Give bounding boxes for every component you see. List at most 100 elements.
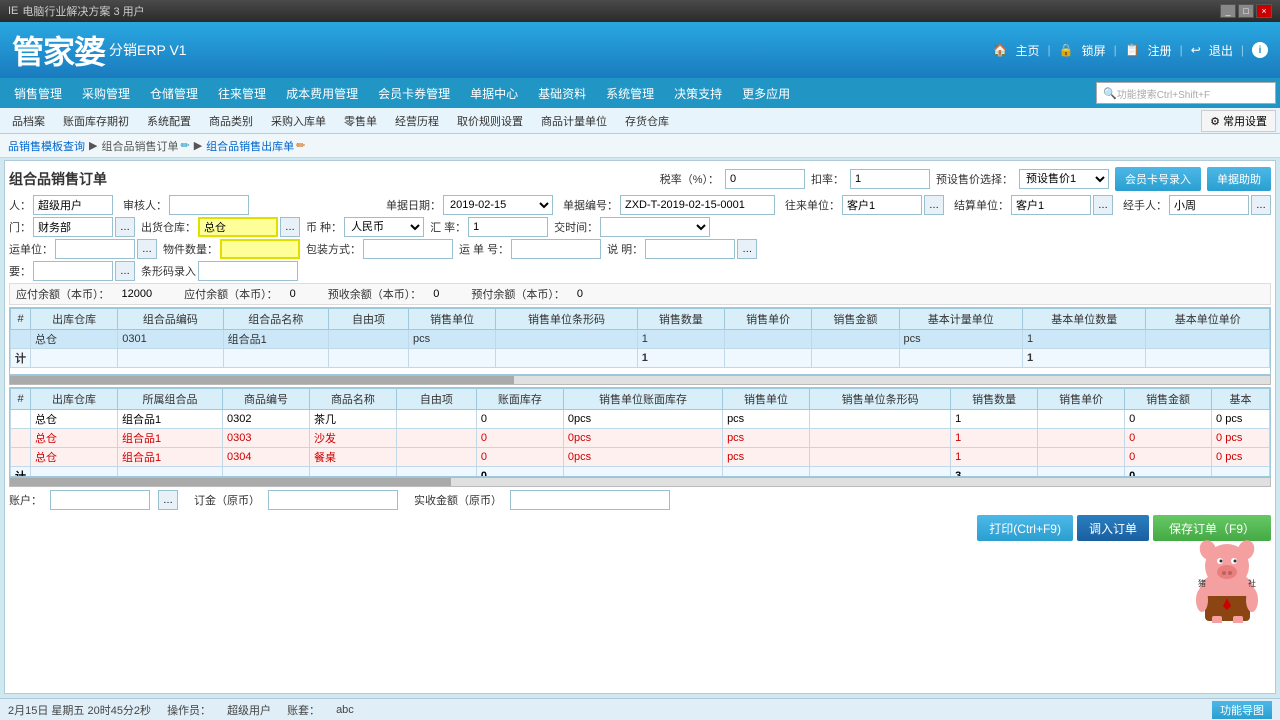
- bth-sale-stock: 销售单位账面库存: [563, 389, 722, 410]
- register-icon: 📋: [1125, 43, 1140, 57]
- nav-purchase[interactable]: 采购管理: [72, 78, 140, 108]
- bottom-row-2[interactable]: 总仓 组合品1 0303 沙发 0 0pcs pcs 1 0 0 pcs: [11, 429, 1270, 448]
- nav-basic[interactable]: 基础资料: [528, 78, 596, 108]
- account-btn[interactable]: …: [158, 490, 178, 510]
- reviewer-input[interactable]: [169, 195, 249, 215]
- logout-link[interactable]: 退出: [1209, 42, 1233, 59]
- sub-retail[interactable]: 零售单: [336, 110, 385, 132]
- help-btn[interactable]: 单据助助: [1207, 167, 1271, 191]
- sub-purchase-in[interactable]: 采购入库单: [263, 110, 334, 132]
- settle-input[interactable]: [1011, 195, 1091, 215]
- th-sale-qty: 销售数量: [637, 309, 724, 330]
- sub-measure-unit[interactable]: 商品计量单位: [533, 110, 615, 132]
- svg-text:猪: 猪: [1198, 578, 1206, 588]
- warehouse-input[interactable]: [198, 217, 278, 237]
- bottom-scroll-thumb: [10, 478, 451, 487]
- import-btn[interactable]: 调入订单: [1077, 515, 1149, 541]
- nav-system[interactable]: 系统管理: [596, 78, 664, 108]
- nav-warehouse[interactable]: 仓储管理: [140, 78, 208, 108]
- exchange-input[interactable]: [468, 217, 548, 237]
- nav-transactions[interactable]: 往来管理: [208, 78, 276, 108]
- handler-btn[interactable]: …: [1251, 195, 1271, 215]
- bth-sale-barcode: 销售单位条形码: [810, 389, 951, 410]
- print-btn[interactable]: 打印(Ctrl+F9): [977, 515, 1073, 541]
- nav-member[interactable]: 会员卡券管理: [368, 78, 460, 108]
- th-free: 自由项: [328, 309, 408, 330]
- balance-row: 应付余额（本币）： 12000 应付余额（本币）： 0 预收余额（本币）： 0 …: [9, 283, 1271, 305]
- require-btn[interactable]: …: [115, 261, 135, 281]
- tounit-input[interactable]: [842, 195, 922, 215]
- member-card-btn[interactable]: 会员卡号录入: [1115, 167, 1201, 191]
- header-right: 🏠 主页 | 🔒 锁屏 | 📋 注册 | ↩ 退出 | i: [993, 42, 1268, 59]
- price-select-label: 预设售价选择：: [936, 171, 1013, 187]
- window-controls[interactable]: _ □ ×: [1220, 4, 1272, 18]
- table-row[interactable]: 总仓 0301 组合品1 pcs 1 pcs 1: [11, 330, 1270, 349]
- top-scroll[interactable]: [9, 375, 1271, 385]
- settle-btn[interactable]: …: [1093, 195, 1113, 215]
- th-base-price: 基本单位单价: [1146, 309, 1270, 330]
- require-input[interactable]: [33, 261, 113, 281]
- price-select[interactable]: 预设售价1: [1019, 169, 1109, 189]
- breadcrumb-item-1[interactable]: 品销售模板查询: [8, 138, 85, 154]
- breadcrumb-sep-2: ▶: [194, 139, 202, 152]
- lock-link[interactable]: 锁屏: [1082, 42, 1106, 59]
- handler-input[interactable]: [1169, 195, 1249, 215]
- bottom-row-1[interactable]: 总仓 组合品1 0302 茶几 0 0pcs pcs 1 0 0 pcs: [11, 410, 1270, 429]
- order-input[interactable]: [268, 490, 398, 510]
- warehouse-btn[interactable]: …: [280, 217, 300, 237]
- sub-category[interactable]: 商品类别: [201, 110, 261, 132]
- shipnum-label: 运 单 号：: [459, 241, 509, 257]
- person-label: 人：: [9, 197, 31, 213]
- itemcount-input[interactable]: [220, 239, 300, 259]
- bth-sale-price: 销售单价: [1038, 389, 1125, 410]
- shipunit-btn[interactable]: …: [137, 239, 157, 259]
- breadcrumb: 品销售模板查询 ▶ 组合品销售订单 ✏ ▶ 组合品销售出库单 ✏: [0, 134, 1280, 158]
- barcode-input[interactable]: [198, 261, 298, 281]
- bottom-scroll[interactable]: [9, 477, 1271, 487]
- dept-btn[interactable]: …: [115, 217, 135, 237]
- sub-config[interactable]: 系统配置: [139, 110, 199, 132]
- actual-input[interactable]: [510, 490, 670, 510]
- close-btn[interactable]: ×: [1256, 4, 1272, 18]
- breadcrumb-item-2[interactable]: 组合品销售订单 ✏: [101, 138, 189, 154]
- bth-sale-amount: 销售金额: [1125, 389, 1212, 410]
- note-btn[interactable]: …: [737, 239, 757, 259]
- shipnum-input[interactable]: [511, 239, 601, 259]
- shipunit-input[interactable]: [55, 239, 135, 259]
- function-map-btn[interactable]: 功能导图: [1212, 701, 1272, 719]
- nav-cost[interactable]: 成本费用管理: [276, 78, 368, 108]
- nav-more[interactable]: 更多应用: [732, 78, 800, 108]
- itemcount-label: 物件数量：: [163, 241, 218, 257]
- nav-docs[interactable]: 单据中心: [460, 78, 528, 108]
- person-input[interactable]: [33, 195, 113, 215]
- currency-select[interactable]: 人民币: [344, 217, 424, 237]
- bottom-btns: 打印(Ctrl+F9) 调入订单 保存订单（F9）: [9, 513, 1271, 543]
- breadcrumb-item-3[interactable]: 组合品销售出库单 ✏: [206, 138, 305, 154]
- sub-history[interactable]: 经营历程: [387, 110, 447, 132]
- sub-price-rules[interactable]: 取价规则设置: [449, 110, 531, 132]
- sub-stock-warehouse[interactable]: 存货仓库: [617, 110, 677, 132]
- nav-decision[interactable]: 决策支持: [664, 78, 732, 108]
- delivery-input[interactable]: [600, 217, 710, 237]
- sub-stock-init[interactable]: 账面库存期初: [55, 110, 137, 132]
- bottom-row-3[interactable]: 总仓 组合品1 0304 餐桌 0 0pcs pcs 1 0 0 pcs: [11, 448, 1270, 467]
- taxrate-input[interactable]: [725, 169, 805, 189]
- nav-sales[interactable]: 销售管理: [4, 78, 72, 108]
- note-input[interactable]: [645, 239, 735, 259]
- discount-input[interactable]: [850, 169, 930, 189]
- register-link[interactable]: 注册: [1148, 42, 1172, 59]
- home-link[interactable]: 主页: [1015, 42, 1039, 59]
- maximize-btn[interactable]: □: [1238, 4, 1254, 18]
- tounit-btn[interactable]: …: [924, 195, 944, 215]
- date-input[interactable]: 2019-02-15: [443, 195, 553, 215]
- minimize-btn[interactable]: _: [1220, 4, 1236, 18]
- info-icon[interactable]: i: [1252, 42, 1268, 58]
- packing-input[interactable]: [363, 239, 453, 259]
- sub-product-file[interactable]: 品档案: [4, 110, 53, 132]
- docnum-input[interactable]: [620, 195, 775, 215]
- settings-btn[interactable]: ⚙ 常用设置: [1201, 110, 1276, 132]
- bth-prod-name: 商品名称: [309, 389, 396, 410]
- account-input[interactable]: [50, 490, 150, 510]
- dept-input[interactable]: [33, 217, 113, 237]
- barcode-label: 条形码录入: [141, 263, 196, 279]
